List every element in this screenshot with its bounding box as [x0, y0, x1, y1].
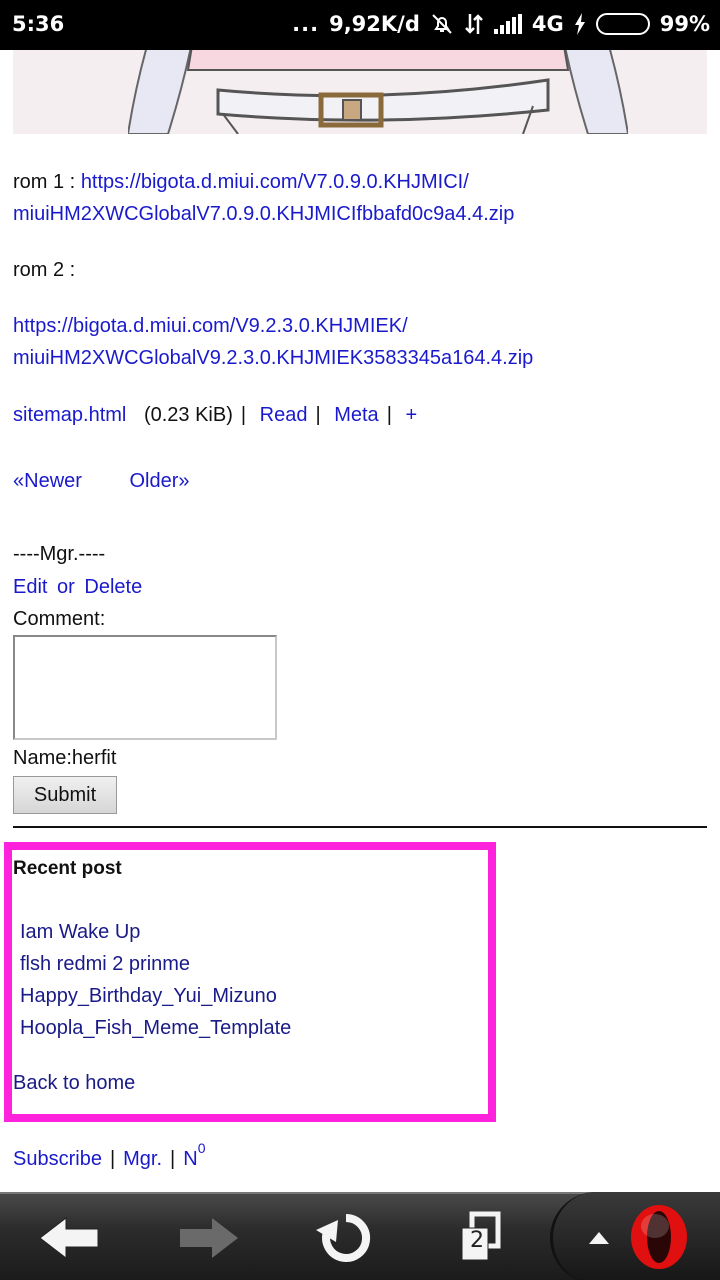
- bell-off-icon: [430, 12, 454, 36]
- recent-posts-list: Iam Wake Up flsh redmi 2 prinme Happy_Bi…: [20, 916, 291, 1044]
- mgr-label: ----Mgr.----: [13, 543, 106, 565]
- name-label: Name:herfit: [13, 747, 117, 769]
- charging-icon: [574, 13, 586, 35]
- file-meta-row: sitemap.html (0.23 KiB) | Read | Meta | +: [13, 404, 418, 426]
- read-link[interactable]: Read: [260, 404, 308, 426]
- battery-percent: 99%: [659, 12, 710, 36]
- arrow-right-icon: [180, 1218, 238, 1258]
- opera-menu-button[interactable]: [550, 1192, 720, 1280]
- notification-dots: ...: [292, 12, 320, 36]
- battery-icon: [595, 13, 650, 35]
- data-transfer-icon: [464, 12, 484, 36]
- back-button[interactable]: [30, 1208, 110, 1268]
- divider: [13, 826, 707, 828]
- page-content: rom 1 : https://bigota.d.miui.com/V7.0.9…: [0, 50, 720, 1192]
- recent-posts-title: Recent post: [13, 858, 122, 879]
- signal-icon: [493, 14, 522, 34]
- tab-count: 2: [470, 1228, 484, 1253]
- net-speed: 9,92K/d: [329, 12, 420, 36]
- status-icons: ... 9,92K/d 4G 99%: [292, 12, 710, 36]
- tabs-button[interactable]: 2: [440, 1208, 520, 1268]
- network-type: 4G: [531, 12, 564, 36]
- post-image: [13, 50, 707, 134]
- footer-links: Subscribe | Mgr. | N0: [13, 1140, 206, 1170]
- pager: «Newer Older»: [13, 465, 190, 497]
- reload-icon: [316, 1213, 371, 1262]
- delete-link[interactable]: Delete: [84, 576, 142, 598]
- anime-character-illustration: [128, 50, 628, 134]
- file-size: (0.23 KiB): [143, 404, 233, 426]
- comment-label: Comment:: [13, 608, 106, 630]
- status-bar: 5:36 ... 9,92K/d 4G 99%: [0, 0, 720, 50]
- recent-post-link[interactable]: flsh redmi 2 prinme: [20, 948, 291, 980]
- browser-toolbar: 2: [0, 1192, 720, 1280]
- mgr-link[interactable]: Mgr.: [123, 1148, 162, 1170]
- subscribe-link[interactable]: Subscribe: [13, 1148, 102, 1170]
- forward-button[interactable]: [168, 1208, 248, 1268]
- sitemap-link[interactable]: sitemap.html: [13, 404, 126, 426]
- rom1-link[interactable]: https://bigota.d.miui.com/V7.0.9.0.KHJMI…: [13, 171, 514, 225]
- recent-post-link[interactable]: Iam Wake Up: [20, 916, 291, 948]
- clock: 5:36: [12, 12, 65, 36]
- newer-link[interactable]: «Newer: [13, 470, 82, 492]
- opera-logo-icon: [631, 1205, 687, 1269]
- chevron-up-icon: [589, 1232, 609, 1244]
- older-link[interactable]: Older»: [129, 470, 189, 492]
- rom2-label: rom 2 :: [13, 259, 76, 281]
- rom1-block: rom 1 : https://bigota.d.miui.com/V7.0.9…: [13, 166, 514, 230]
- recent-post-link[interactable]: Hoopla_Fish_Meme_Template: [20, 1012, 291, 1044]
- rom2-link[interactable]: https://bigota.d.miui.com/V9.2.3.0.KHJMI…: [13, 310, 533, 374]
- plus-link[interactable]: +: [405, 404, 417, 426]
- recent-posts-box: Recent post Iam Wake Up flsh redmi 2 pri…: [4, 842, 496, 1122]
- recent-post-link[interactable]: Happy_Birthday_Yui_Mizuno: [20, 980, 291, 1012]
- edit-delete-row: Edit or Delete: [13, 571, 142, 603]
- rom1-label: rom 1 :: [13, 171, 76, 193]
- back-to-home-link[interactable]: Back to home: [13, 1072, 135, 1095]
- comment-textarea[interactable]: [13, 635, 277, 740]
- meta-link[interactable]: Meta: [334, 404, 378, 426]
- or-text: or: [57, 576, 75, 598]
- submit-button[interactable]: Submit: [13, 776, 117, 814]
- arrow-left-icon: [39, 1216, 99, 1260]
- edit-link[interactable]: Edit: [13, 576, 47, 598]
- n-link[interactable]: N0: [183, 1140, 205, 1170]
- reload-button[interactable]: [306, 1208, 386, 1268]
